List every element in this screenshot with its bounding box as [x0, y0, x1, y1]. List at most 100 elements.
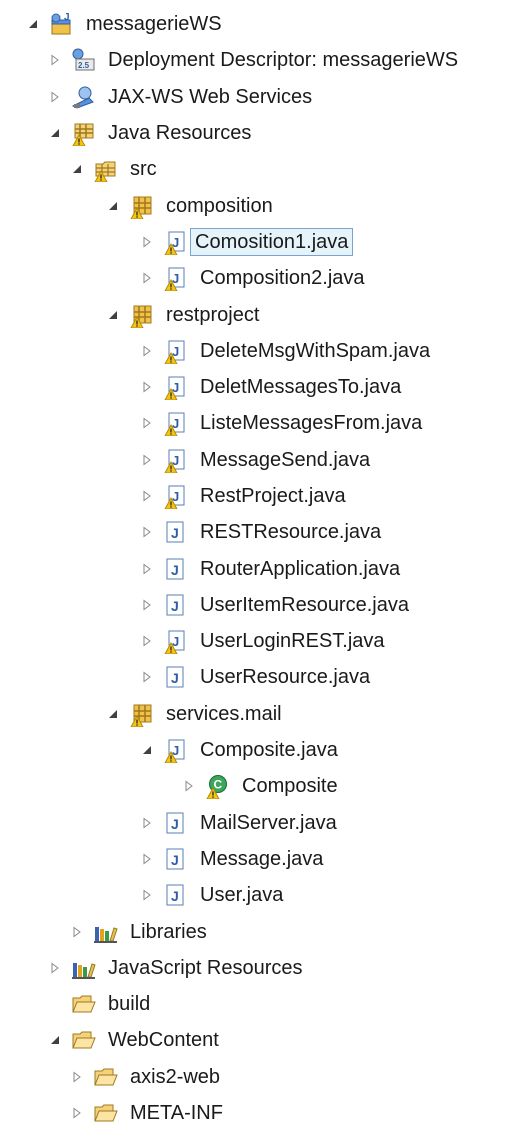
tree-item-label: User.java [200, 884, 284, 907]
expand-toggle-icon[interactable] [46, 51, 64, 69]
tree-item[interactable]: J MailServer.java [0, 805, 528, 841]
tree-item[interactable]: J DeleteMsgWithSpam.java [0, 333, 528, 369]
expand-toggle-icon[interactable] [46, 88, 64, 106]
tree-item-label: JAX-WS Web Services [108, 85, 313, 108]
java-file-warning-icon: J [162, 374, 188, 401]
package-icon [128, 701, 154, 727]
class-warning-icon: C [204, 773, 230, 800]
expand-toggle-icon[interactable] [138, 560, 156, 578]
svg-text:J: J [171, 598, 179, 614]
tree-item[interactable]: J Message.java [0, 841, 528, 877]
java-file-icon: J [162, 592, 188, 618]
tree-item-label: RESTResource.java [200, 521, 382, 544]
tree-item-label: JavaScript Resources [108, 956, 303, 979]
tree-item-label: WebContent [108, 1029, 219, 1052]
tree-item[interactable]: build [0, 986, 528, 1022]
java-file-warning-icon: J [162, 737, 188, 764]
tree-item-label: messagerieWS [86, 13, 222, 36]
expand-toggle-icon[interactable] [68, 1068, 86, 1086]
expand-toggle-icon[interactable] [68, 923, 86, 941]
java-file-icon: J [162, 846, 188, 872]
expand-toggle-icon[interactable] [138, 342, 156, 360]
tree-item-label: Java Resources [108, 122, 252, 145]
svg-text:J: J [171, 525, 179, 541]
folder-icon [70, 991, 96, 1017]
tree-item[interactable]: Libraries [0, 913, 528, 949]
expand-toggle-icon[interactable] [138, 886, 156, 904]
expand-toggle-icon[interactable] [180, 777, 198, 795]
tree-item-label: ListeMessagesFrom.java [200, 412, 423, 435]
collapse-toggle-icon[interactable] [138, 741, 156, 759]
expand-toggle-icon[interactable] [138, 269, 156, 287]
tree-item[interactable]: J UserResource.java [0, 659, 528, 695]
tree-item-label: Composition2.java [200, 267, 365, 290]
collapse-toggle-icon[interactable] [104, 705, 122, 723]
expand-toggle-icon[interactable] [138, 487, 156, 505]
tree-item[interactable]: META-INF [0, 1095, 528, 1131]
expand-toggle-icon[interactable] [46, 959, 64, 977]
java-file-icon: J [162, 556, 188, 582]
tree-item[interactable]: J RESTResource.java [0, 514, 528, 550]
tree-item[interactable]: J Composition2.java [0, 260, 528, 296]
tree-item-label: restproject [166, 303, 260, 326]
collapse-toggle-icon[interactable] [46, 124, 64, 142]
tree-item[interactable]: J ListeMessagesFrom.java [0, 405, 528, 441]
collapse-toggle-icon[interactable] [104, 197, 122, 215]
tree-item[interactable]: J User.java [0, 877, 528, 913]
tree-item[interactable]: JavaScript Resources [0, 950, 528, 986]
tree-item-label: src [130, 158, 157, 181]
java-file-icon: J [162, 882, 188, 908]
tree-item[interactable]: C Composite [0, 768, 528, 804]
java-file-warning-icon: J [162, 483, 188, 509]
expand-toggle-icon[interactable] [138, 414, 156, 432]
tree-item[interactable]: J UserItemResource.java [0, 587, 528, 623]
expand-toggle-icon[interactable] [138, 233, 156, 251]
tree-item-label: Libraries [130, 920, 207, 943]
tree-item[interactable]: J Composite.java [0, 732, 528, 768]
svg-text:J: J [171, 816, 179, 832]
folder-icon [92, 1100, 118, 1126]
tree-item[interactable]: services.mail [0, 696, 528, 732]
tree-item[interactable]: restproject [0, 296, 528, 332]
expand-toggle-icon[interactable] [138, 814, 156, 832]
svg-text:J: J [171, 562, 179, 578]
tree-item[interactable]: J Comosition1.java [0, 224, 528, 260]
expand-toggle-icon[interactable] [68, 1104, 86, 1122]
folder-icon [92, 1064, 118, 1090]
tree-item[interactable]: 2.5 Deployment Descriptor: messagerieWS [0, 42, 528, 78]
tree-item[interactable]: WebContent [0, 1022, 528, 1058]
tree-item[interactable]: axis2-web [0, 1059, 528, 1095]
tree-item[interactable]: J DeletMessagesTo.java [0, 369, 528, 405]
svg-text:J: J [171, 888, 179, 904]
tree-item[interactable]: Java Resources [0, 115, 528, 151]
collapse-toggle-icon[interactable] [104, 306, 122, 324]
expand-toggle-icon[interactable] [138, 850, 156, 868]
tree-item[interactable]: J RestProject.java [0, 478, 528, 514]
collapse-toggle-icon[interactable] [46, 1031, 64, 1049]
tree-item-label: composition [166, 194, 273, 217]
expand-toggle-icon[interactable] [138, 451, 156, 469]
tree-item-label: axis2-web [130, 1065, 221, 1088]
toggle-placeholder [46, 995, 64, 1013]
tree-item-label: UserLoginREST.java [200, 630, 385, 653]
tree-item[interactable]: JmessagerieWS [0, 6, 528, 42]
java-file-warning-icon: J [162, 265, 188, 292]
expand-toggle-icon[interactable] [138, 668, 156, 686]
expand-toggle-icon[interactable] [138, 378, 156, 396]
expand-toggle-icon[interactable] [138, 632, 156, 650]
collapse-toggle-icon[interactable] [24, 15, 42, 33]
tree-item-label: META-INF [130, 1102, 223, 1125]
tree-item-label: RouterApplication.java [200, 557, 401, 580]
tree-item[interactable]: src [0, 151, 528, 187]
expand-toggle-icon[interactable] [138, 596, 156, 614]
tree-item[interactable]: composition [0, 187, 528, 223]
collapse-toggle-icon[interactable] [68, 160, 86, 178]
package-icon [128, 302, 154, 328]
project-explorer-tree: JmessagerieWS 2.5 Deployment Descriptor: m… [0, 6, 528, 1131]
tree-item[interactable]: J RouterApplication.java [0, 550, 528, 586]
tree-item[interactable]: J MessageSend.java [0, 442, 528, 478]
tree-item[interactable]: J UserLoginREST.java [0, 623, 528, 659]
java-file-warning-icon: J [162, 229, 188, 255]
expand-toggle-icon[interactable] [138, 523, 156, 541]
tree-item[interactable]: JAX-WS Web Services [0, 79, 528, 115]
